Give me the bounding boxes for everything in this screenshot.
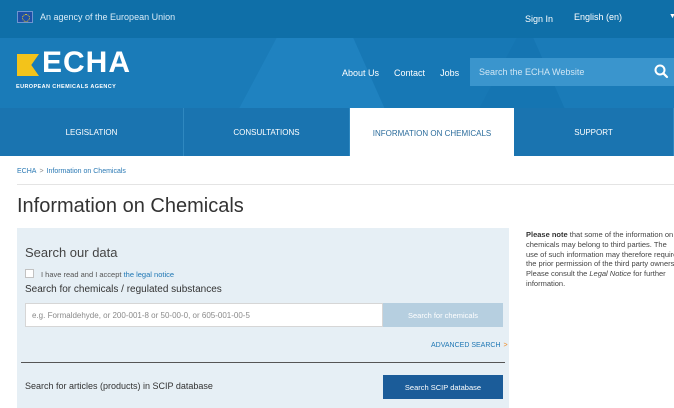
search-scip-label: Search SCIP database	[404, 382, 482, 392]
tab-consultations[interactable]: CONSULTATIONS	[184, 108, 350, 156]
tab-legislation[interactable]: LEGISLATION	[0, 108, 184, 156]
page-title: Information on Chemicals	[17, 195, 244, 217]
chemicals-search-label: Search for chemicals / regulated substan…	[25, 284, 222, 295]
legal-notice-checkbox[interactable]	[25, 269, 34, 278]
site-search-input[interactable]: Search the ECHA Website	[470, 58, 674, 86]
search-chemicals-label: Search for chemicals	[407, 310, 479, 320]
language-selector[interactable]: English (en)	[574, 12, 622, 22]
about-us-link[interactable]: About Us	[342, 68, 379, 78]
scip-search-label: Search for articles (products) in SCIP d…	[25, 381, 213, 391]
search-icon[interactable]	[651, 59, 671, 83]
search-data-panel: Search our data I have read and I accept…	[17, 228, 509, 408]
echa-logo-text[interactable]: ECHA	[42, 48, 131, 78]
chemicals-search-input[interactable]: e.g. Formaldehyde, or 200-001-8 or 50-00…	[25, 303, 383, 327]
tab-label: INFORMATION ON CHEMICALS	[372, 128, 492, 138]
tab-label: CONSULTATIONS	[233, 127, 300, 137]
header-nav: About Us Contact Jobs	[342, 68, 474, 78]
panel-divider	[21, 362, 505, 363]
eu-agency-link[interactable]: An agency of the European Union	[40, 12, 175, 22]
breadcrumb-echa[interactable]: ECHA	[17, 168, 36, 175]
search-chemicals-button[interactable]: Search for chemicals	[383, 303, 503, 327]
site-search-placeholder: Search the ECHA Website	[479, 67, 585, 77]
site-header: ECHA EUROPEAN CHEMICALS AGENCY About Us C…	[0, 38, 674, 108]
eu-flag-icon	[17, 11, 33, 23]
chemicals-search-placeholder: e.g. Formaldehyde, or 200-001-8 or 50-00…	[32, 311, 250, 320]
divider	[17, 184, 674, 185]
tab-label: LEGISLATION	[65, 127, 118, 137]
echa-logo-subtitle: EUROPEAN CHEMICALS AGENCY	[16, 84, 117, 90]
tab-label: SUPPORT	[574, 127, 613, 137]
search-scip-button[interactable]: Search SCIP database	[383, 375, 503, 399]
legal-notice-label: I have read and I accept the legal notic…	[41, 270, 174, 279]
echa-logo-icon[interactable]	[17, 54, 39, 76]
breadcrumb: ECHA > Information on Chemicals	[17, 168, 126, 175]
advanced-search-label: ADVANCED SEARCH	[431, 342, 501, 349]
legal-notice-link[interactable]: the legal notice	[124, 270, 174, 279]
tab-information-on-chemicals[interactable]: INFORMATION ON CHEMICALS	[350, 108, 514, 158]
sign-in-link[interactable]: Sign In	[525, 14, 553, 24]
breadcrumb-separator: >	[39, 168, 44, 175]
contact-link[interactable]: Contact	[394, 68, 425, 78]
eu-topbar: An agency of the European Union Sign In …	[0, 0, 674, 38]
chevron-down-icon[interactable]: ▼	[669, 13, 674, 20]
advanced-search-link[interactable]: ADVANCED SEARCH >	[431, 342, 508, 349]
accept-text: I have read and I accept	[41, 270, 122, 279]
search-panel-title: Search our data	[25, 245, 118, 260]
jobs-link[interactable]: Jobs	[440, 68, 459, 78]
main-tabs: LEGISLATION CONSULTATIONS INFORMATION ON…	[0, 108, 674, 158]
breadcrumb-information-on-chemicals[interactable]: Information on Chemicals	[47, 168, 126, 175]
legal-notice-link[interactable]: Legal Notice	[589, 269, 631, 278]
note-bold: Please note	[526, 230, 568, 239]
legal-note: Please note that some of the information…	[526, 230, 674, 289]
tab-support[interactable]: SUPPORT	[514, 108, 674, 156]
chevron-right-icon: >	[503, 342, 508, 349]
